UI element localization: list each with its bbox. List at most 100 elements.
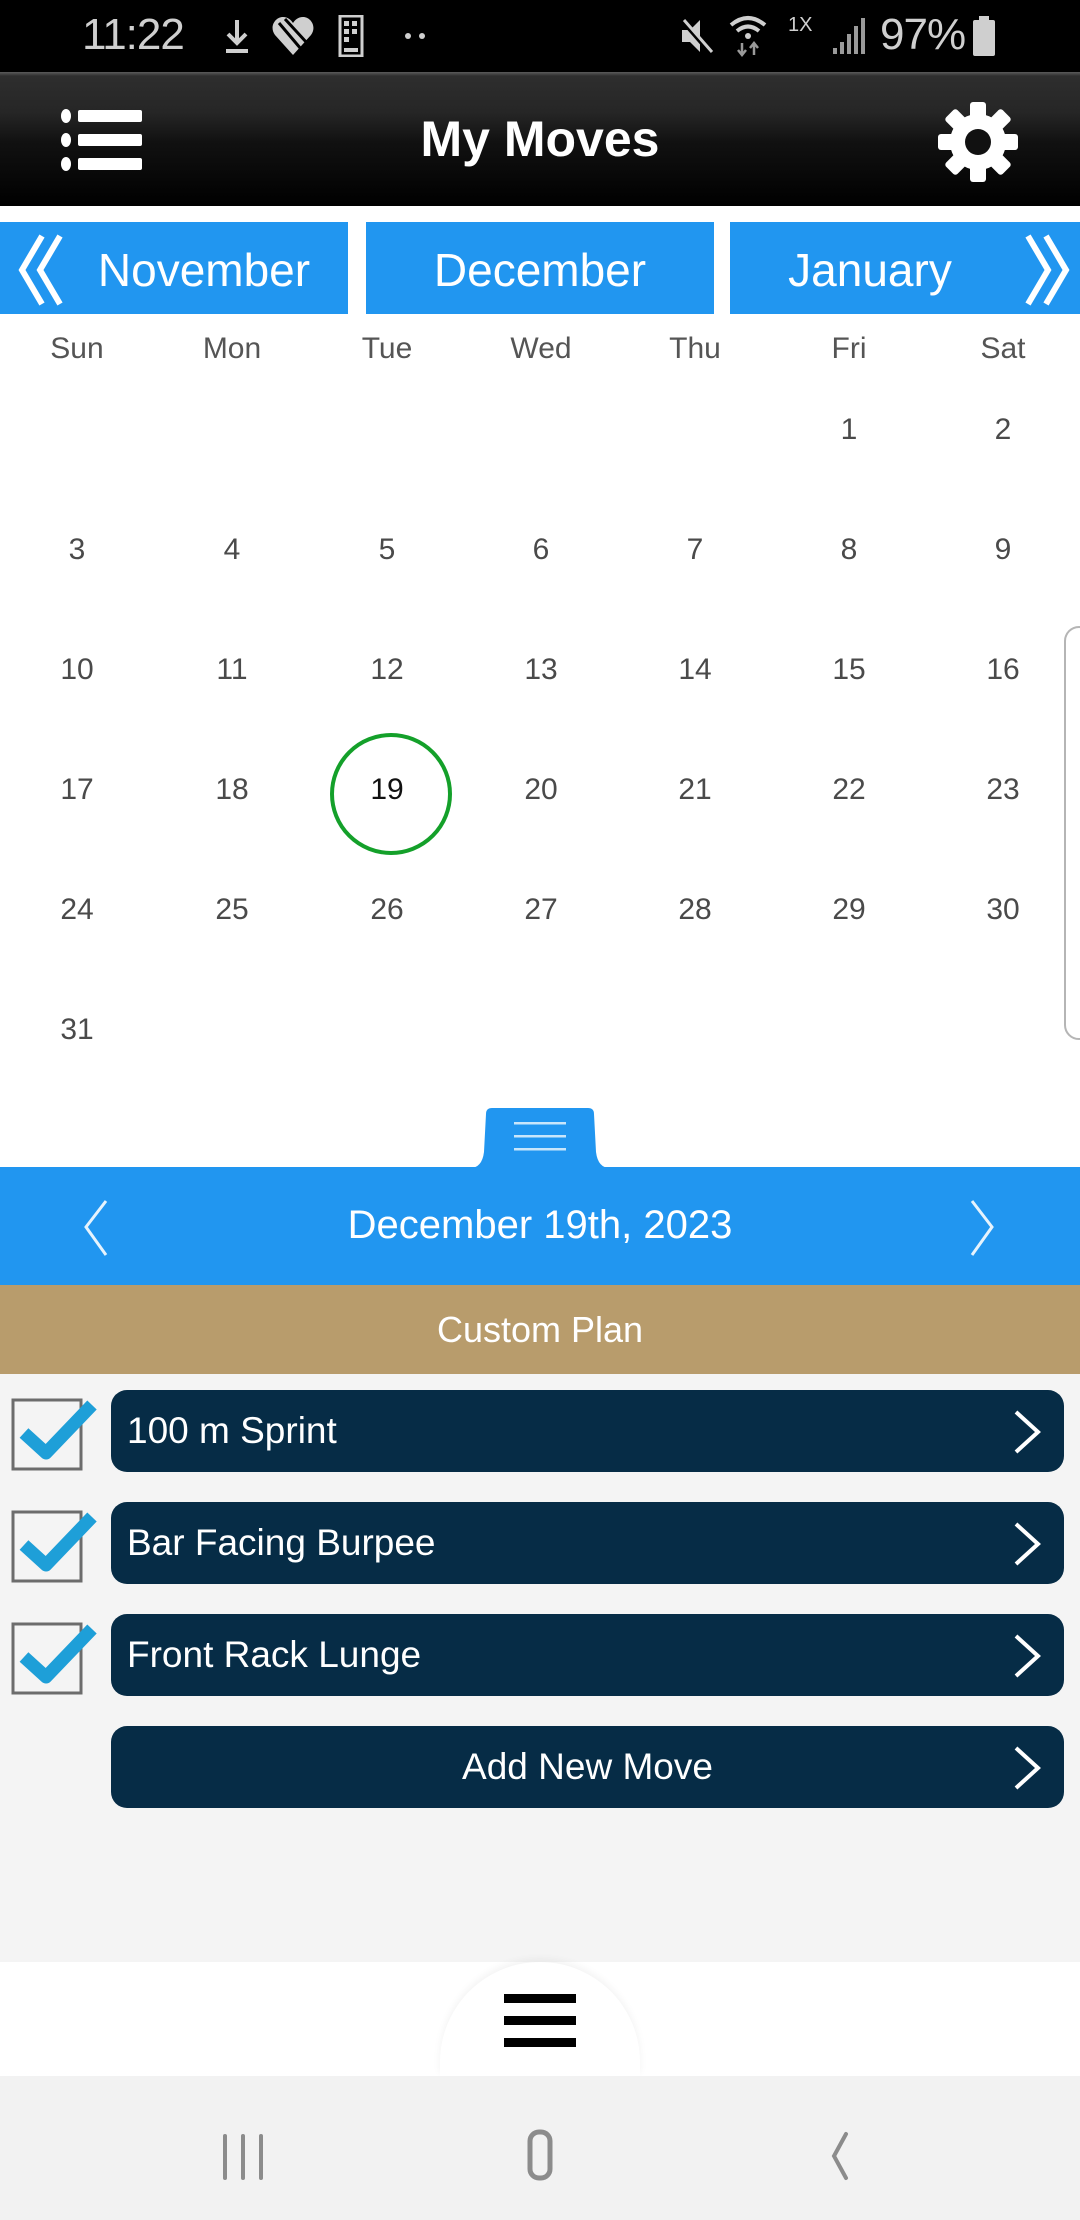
calendar-day[interactable]: 24 xyxy=(17,850,137,970)
next-month-label: January xyxy=(788,243,952,296)
bottom-menu-button[interactable] xyxy=(500,1992,580,2052)
calendar-day[interactable]: 11 xyxy=(172,610,292,730)
day-number: 28 xyxy=(678,893,712,926)
day-number: 8 xyxy=(840,533,858,566)
double-chevron-right-icon xyxy=(1025,234,1070,306)
recent-apps-button[interactable] xyxy=(204,2128,284,2188)
calendar-day[interactable]: 12 xyxy=(327,610,447,730)
device-grid-icon xyxy=(336,14,366,58)
move-name: Front Rack Lunge xyxy=(127,1634,422,1675)
previous-month-label: November xyxy=(97,243,311,296)
calendar-day[interactable]: 7 xyxy=(635,490,755,610)
calendar-day[interactable]: 8 xyxy=(789,490,909,610)
move-row: Bar Facing Burpee xyxy=(0,1502,1080,1584)
calendar-day[interactable]: 28 xyxy=(635,850,755,970)
calendar-day[interactable]: 9 xyxy=(943,490,1063,610)
battery-icon xyxy=(970,14,998,58)
day-number: 19 xyxy=(370,773,404,806)
move-item-button[interactable]: Bar Facing Burpee xyxy=(111,1502,1064,1584)
status-bar: 11:22 1X 97% xyxy=(0,0,1080,72)
day-number: 5 xyxy=(378,533,396,566)
download-icon xyxy=(222,14,252,58)
add-new-move-button[interactable]: Add New Move xyxy=(111,1726,1064,1808)
weekday-label: Thu xyxy=(669,332,721,365)
move-item-button[interactable]: 100 m Sprint xyxy=(111,1390,1064,1472)
calendar-day[interactable]: 6 xyxy=(481,490,601,610)
move-name: 100 m Sprint xyxy=(127,1410,337,1451)
day-number: 24 xyxy=(60,893,94,926)
calendar-day[interactable]: 13 xyxy=(481,610,601,730)
calendar-day[interactable]: 29 xyxy=(789,850,909,970)
calendar-day[interactable]: 20 xyxy=(481,730,601,850)
calendar-day[interactable]: 26 xyxy=(327,850,447,970)
weekday-label: Sat xyxy=(980,332,1026,365)
calendar-day[interactable]: 1 xyxy=(789,370,909,490)
previous-month-tab[interactable]: November xyxy=(0,222,348,317)
weekday-label: Mon xyxy=(202,332,262,365)
day-number: 26 xyxy=(370,893,404,926)
settings-button[interactable] xyxy=(936,100,1020,184)
day-number: 9 xyxy=(994,533,1012,566)
move-checkbox[interactable] xyxy=(10,1395,100,1477)
checkmark-icon xyxy=(11,1622,97,1695)
day-number: 30 xyxy=(986,893,1020,926)
calendar-day[interactable]: 2 xyxy=(943,370,1063,490)
chevron-right-icon xyxy=(970,1200,994,1256)
chevron-right-icon xyxy=(1014,1410,1041,1454)
move-checkbox[interactable] xyxy=(10,1507,100,1589)
move-item-button[interactable]: Front Rack Lunge xyxy=(111,1614,1064,1696)
calendar-day[interactable]: 25 xyxy=(172,850,292,970)
back-button[interactable] xyxy=(808,2128,888,2188)
day-number: 1 xyxy=(840,413,858,446)
calendar-grid: Sun Mon Tue Wed Thu Fri Sat 1 2 3 4 5 6 7 8 9 10 11 12 13 1… xyxy=(0,314,1080,1168)
day-number: 15 xyxy=(832,653,866,686)
calendar-day[interactable]: 17 xyxy=(17,730,137,850)
calendar-day[interactable]: 22 xyxy=(789,730,909,850)
calendar-day[interactable]: 30 xyxy=(943,850,1063,970)
day-number: 10 xyxy=(60,653,94,686)
calendar-day[interactable]: 18 xyxy=(172,730,292,850)
calendar-day[interactable]: 27 xyxy=(481,850,601,970)
calendar-day[interactable]: 23 xyxy=(943,730,1063,850)
wifi-icon xyxy=(726,14,770,58)
calendar-day[interactable]: 10 xyxy=(17,610,137,730)
calendar-day[interactable]: 16 xyxy=(943,610,1063,730)
current-month-label: December xyxy=(433,243,647,296)
bottom-menu-bar xyxy=(0,1962,1080,2076)
side-scroll-handle[interactable] xyxy=(1064,626,1080,1040)
calendar-day-selected[interactable]: 19 xyxy=(327,730,452,855)
home-button[interactable] xyxy=(504,2128,584,2188)
calendar-day[interactable]: 15 xyxy=(789,610,909,730)
calendar-day[interactable]: 31 xyxy=(17,970,137,1090)
add-new-move-label: Add New Move xyxy=(462,1746,713,1787)
move-name: Bar Facing Burpee xyxy=(127,1522,436,1563)
checkmark-icon xyxy=(11,1510,97,1583)
calendar-day[interactable]: 5 xyxy=(327,490,447,610)
more-dots-icon xyxy=(400,14,430,58)
checkmark-icon xyxy=(11,1398,97,1471)
calendar-day[interactable]: 3 xyxy=(17,490,137,610)
day-number: 2 xyxy=(994,413,1012,446)
day-number: 17 xyxy=(60,773,94,806)
move-checkbox[interactable] xyxy=(10,1619,100,1701)
next-day-button[interactable] xyxy=(956,1191,1006,1263)
day-number: 13 xyxy=(524,653,558,686)
day-number: 16 xyxy=(986,653,1020,686)
drawer-handle[interactable] xyxy=(470,1108,610,1168)
day-number: 23 xyxy=(986,773,1020,806)
moves-list: 100 m Sprint Bar Facing Burpee Front Rac… xyxy=(0,1374,1080,1962)
weekday-label: Tue xyxy=(361,332,413,365)
calendar-day[interactable]: 4 xyxy=(172,490,292,610)
page-title: My Moves xyxy=(420,111,660,167)
day-number: 11 xyxy=(216,653,248,686)
current-month-tab[interactable]: December xyxy=(366,222,714,317)
day-number: 18 xyxy=(215,773,249,806)
double-chevron-left-icon xyxy=(18,234,63,306)
calendar-day[interactable]: 14 xyxy=(635,610,755,730)
drawer-handle-icon xyxy=(470,1108,610,1168)
day-number: 6 xyxy=(532,533,550,566)
system-navigation-bar xyxy=(0,2076,1080,2220)
next-month-tab[interactable]: January xyxy=(730,222,1080,317)
weekday-label: Fri xyxy=(831,332,867,365)
calendar-day[interactable]: 21 xyxy=(635,730,755,850)
